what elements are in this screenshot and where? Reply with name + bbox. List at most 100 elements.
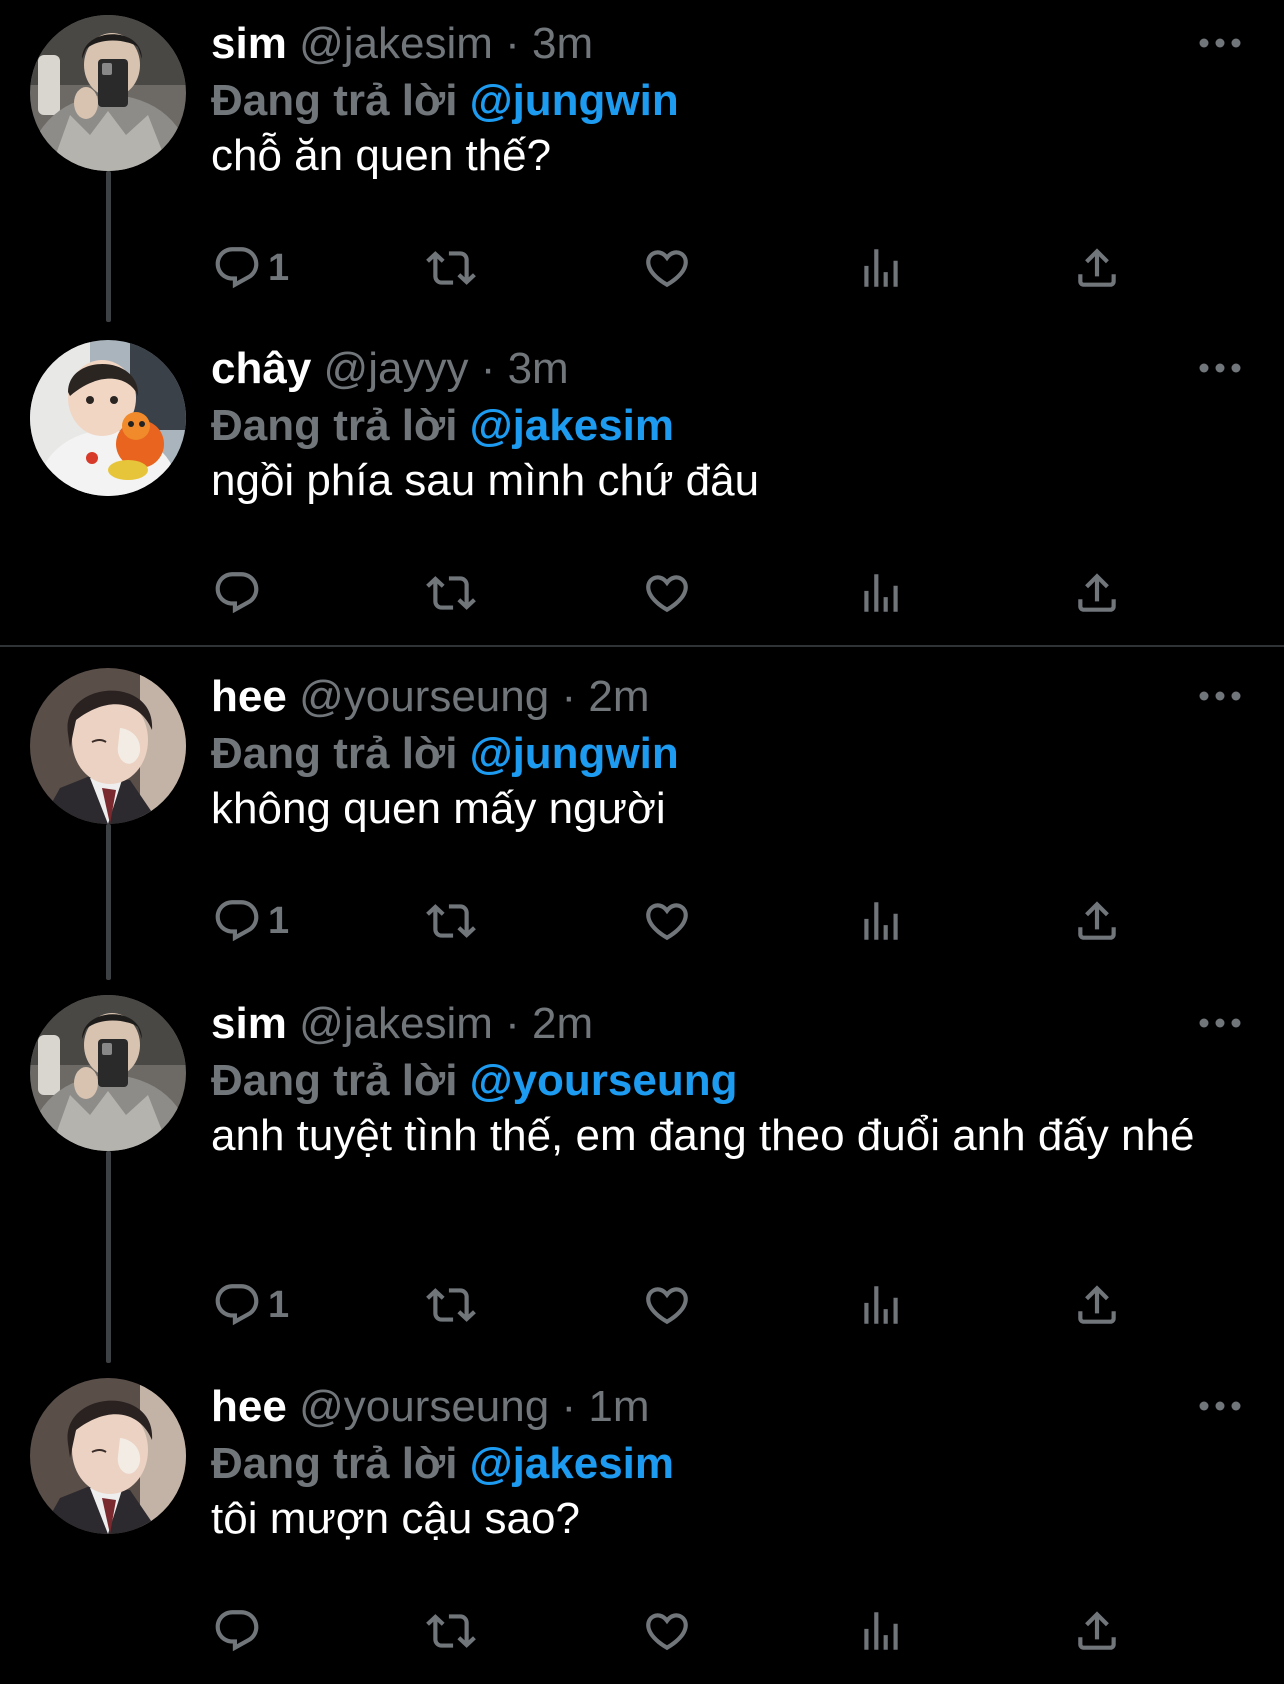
timestamp[interactable]: 2m [532, 999, 593, 1048]
user-handle[interactable]: @yourseung [299, 672, 549, 721]
replying-to-label: Đang trả lời [211, 1439, 458, 1488]
tweet-header: sim @jakesim · 3m [211, 14, 593, 74]
reply-mention-link[interactable]: @jakesim [470, 401, 674, 450]
analytics-icon [856, 243, 906, 293]
tweet-actions: 1 [0, 891, 1284, 951]
more-icon[interactable] [1196, 28, 1244, 58]
more-icon[interactable] [1196, 681, 1244, 711]
replying-to: Đang trả lời @jungwin [211, 724, 679, 784]
avatar[interactable] [30, 340, 186, 496]
tweet-text: tôi mượn cậu sao? [211, 1494, 580, 1543]
retweet-button[interactable] [426, 238, 476, 298]
retweet-icon [426, 243, 476, 293]
reply-count: 1 [268, 1284, 290, 1326]
replying-to: Đang trả lời @yourseung [211, 1051, 738, 1111]
timestamp[interactable]: 3m [508, 344, 569, 393]
tweet[interactable]: sim @jakesim · 3m Đang trả lời @jungwin … [0, 0, 1284, 322]
share-button[interactable] [1072, 563, 1122, 623]
reply-button[interactable] [212, 563, 268, 623]
like-button[interactable] [642, 891, 692, 951]
avatar[interactable] [30, 15, 186, 171]
share-icon [1072, 1280, 1122, 1330]
more-icon[interactable] [1196, 1391, 1244, 1421]
separator-dot: · [505, 19, 520, 68]
replying-to: Đang trả lời @jakesim [211, 396, 674, 456]
tweet[interactable]: hee @yourseung · 1m Đang trả lời @jakesi… [0, 1363, 1284, 1684]
tweet-text: anh tuyệt tình thế, em đang theo đuổi an… [211, 1111, 1195, 1160]
reply-icon [212, 1606, 262, 1656]
avatar[interactable] [30, 668, 186, 824]
tweet-text: không quen mấy người [211, 784, 666, 833]
more-icon[interactable] [1196, 1008, 1244, 1038]
reply-button[interactable]: 1 [212, 238, 289, 298]
reply-mention-link[interactable]: @jakesim [470, 1439, 674, 1488]
like-button[interactable] [642, 1601, 692, 1661]
tweet-actions [0, 563, 1284, 623]
analytics-button[interactable] [856, 238, 906, 298]
like-button[interactable] [642, 1275, 692, 1335]
user-handle[interactable]: @yourseung [299, 1382, 549, 1431]
reply-button[interactable] [212, 1601, 268, 1661]
reply-mention-link[interactable]: @jungwin [470, 76, 679, 125]
reply-icon [212, 243, 262, 293]
share-button[interactable] [1072, 1275, 1122, 1335]
share-icon [1072, 243, 1122, 293]
analytics-icon [856, 1280, 906, 1330]
replying-to-label: Đang trả lời [211, 729, 458, 778]
retweet-icon [426, 568, 476, 618]
display-name[interactable]: hee [211, 672, 287, 721]
display-name[interactable]: hee [211, 1382, 287, 1431]
reply-icon [212, 896, 262, 946]
reply-icon [212, 568, 262, 618]
timestamp[interactable]: 3m [532, 19, 593, 68]
tweet-header: sim @jakesim · 2m [211, 994, 593, 1054]
tweet-text: ngồi phía sau mình chứ đâu [211, 456, 760, 505]
user-handle[interactable]: @jayyy [324, 344, 469, 393]
separator-dot: · [561, 1382, 577, 1431]
reply-button[interactable]: 1 [212, 1275, 289, 1335]
reply-button[interactable]: 1 [212, 891, 289, 951]
tweet-header: chây @jayyy · 3m [211, 339, 569, 399]
reply-mention-link[interactable]: @yourseung [470, 1056, 738, 1105]
analytics-button[interactable] [856, 1275, 906, 1335]
tweet[interactable]: hee @yourseung · 2m Đang trả lời @jungwi… [0, 653, 1284, 980]
analytics-button[interactable] [856, 1601, 906, 1661]
tweet[interactable]: chây @jayyy · 3m Đang trả lời @jakesim n… [0, 325, 1284, 643]
retweet-button[interactable] [426, 563, 476, 623]
analytics-icon [856, 1606, 906, 1656]
separator-dot: · [561, 672, 577, 721]
analytics-button[interactable] [856, 563, 906, 623]
avatar[interactable] [30, 995, 186, 1151]
user-handle[interactable]: @jakesim [299, 999, 493, 1048]
analytics-button[interactable] [856, 891, 906, 951]
retweet-button[interactable] [426, 1601, 476, 1661]
share-button[interactable] [1072, 891, 1122, 951]
like-button[interactable] [642, 238, 692, 298]
more-icon[interactable] [1196, 353, 1244, 383]
analytics-icon [856, 568, 906, 618]
user-handle[interactable]: @jakesim [299, 19, 493, 68]
retweet-icon [426, 896, 476, 946]
retweet-button[interactable] [426, 1275, 476, 1335]
share-button[interactable] [1072, 238, 1122, 298]
display-name[interactable]: sim [211, 19, 287, 68]
replying-to-label: Đang trả lời [211, 76, 458, 125]
display-name[interactable]: chây [211, 344, 311, 393]
timestamp[interactable]: 2m [588, 672, 649, 721]
tweet[interactable]: sim @jakesim · 2m Đang trả lời @yourseun… [0, 980, 1284, 1363]
share-icon [1072, 896, 1122, 946]
share-icon [1072, 1606, 1122, 1656]
timestamp[interactable]: 1m [588, 1382, 649, 1431]
separator-dot: · [505, 999, 520, 1048]
retweet-icon [426, 1606, 476, 1656]
reply-mention-link[interactable]: @jungwin [470, 729, 679, 778]
share-button[interactable] [1072, 1601, 1122, 1661]
avatar[interactable] [30, 1378, 186, 1534]
replying-to-label: Đang trả lời [211, 401, 458, 450]
replying-to: Đang trả lời @jungwin [211, 71, 679, 131]
retweet-button[interactable] [426, 891, 476, 951]
like-button[interactable] [642, 563, 692, 623]
tweet-text: chỗ ăn quen thế? [211, 131, 552, 180]
replying-to: Đang trả lời @jakesim [211, 1434, 674, 1494]
display-name[interactable]: sim [211, 999, 287, 1048]
